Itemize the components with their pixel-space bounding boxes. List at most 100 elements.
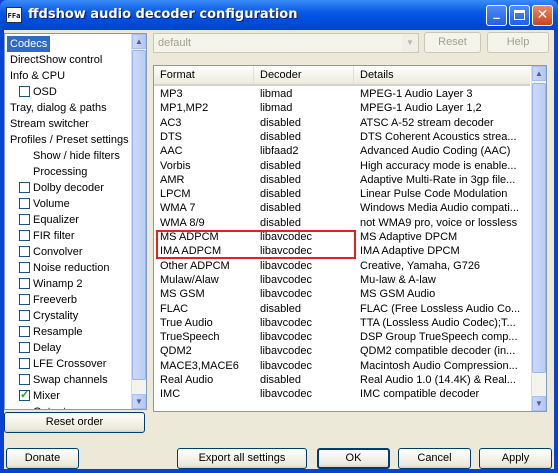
- cancel-button[interactable]: Cancel: [398, 448, 471, 469]
- scroll-thumb[interactable]: [532, 83, 546, 373]
- ok-button[interactable]: OK: [317, 448, 390, 469]
- decoder-cell: disabled: [260, 374, 301, 386]
- table-row[interactable]: MP3 libmad MPEG-1 Audio Layer 3: [154, 87, 530, 102]
- format-cell: QDM2: [160, 345, 192, 358]
- tree-checkbox[interactable]: [19, 86, 30, 97]
- table-row[interactable]: MS GSM libavcodec MS GSM Audio: [154, 287, 530, 302]
- table-row[interactable]: IMC libavcodec IMC compatible decoder: [154, 387, 530, 402]
- minimize-button[interactable]: _: [486, 5, 507, 26]
- window-title: ffdshow audio decoder configuration: [28, 7, 298, 22]
- table-row[interactable]: WMA 8/9 disabled not WMA9 pro, voice or lo…: [154, 216, 530, 231]
- format-cell: MP3: [160, 88, 183, 100]
- decoder-cell: disabled: [260, 173, 301, 186]
- settings-tree[interactable]: Codecs DirectShow control Info & CPU OSD Tra…: [4, 33, 147, 410]
- tree-item-label: Dolby decoder: [33, 182, 104, 194]
- scroll-down-icon[interactable]: ▼: [132, 394, 146, 409]
- table-row[interactable]: AAC libfaad2 Advanced Audio Coding (AAC): [154, 144, 530, 159]
- table-row[interactable]: Mulaw/Alaw libavcodec Mu-law & A-law: [154, 273, 530, 288]
- format-cell: IMA ADPCM: [160, 245, 222, 258]
- tree-item-label: FIR filter: [33, 230, 75, 242]
- codec-list[interactable]: Format Decoder Details MP3 libmad MPEG-1 A…: [153, 65, 547, 412]
- tree-item-label: Equalizer: [33, 214, 79, 226]
- scroll-down-icon[interactable]: ▼: [532, 396, 546, 411]
- decoder-cell: disabled: [260, 130, 301, 143]
- tree-checkbox[interactable]: [19, 262, 30, 273]
- table-row[interactable]: Real Audio disabled Real Audio 1.0 (14.4K)…: [154, 373, 530, 388]
- details-cell: MPEG-1 Audio Layer 1,2: [360, 102, 482, 115]
- table-row[interactable]: Other ADPCM libavcodec Creative, Yamaha, G…: [154, 259, 530, 274]
- decoder-cell: libfaad2: [260, 145, 299, 158]
- decoder-cell: disabled: [260, 216, 301, 229]
- decoder-cell: disabled: [260, 202, 301, 215]
- format-cell: AAC: [160, 145, 183, 158]
- details-cell: Mu-law & A-law: [360, 273, 436, 286]
- table-row[interactable]: LPCM disabled Linear Pulse Code Modulation: [154, 187, 530, 202]
- decoder-cell: disabled: [260, 302, 301, 315]
- reset-button[interactable]: Reset: [424, 32, 481, 53]
- export-settings-button[interactable]: Export all settings: [177, 448, 307, 469]
- tree-checkbox[interactable]: [19, 278, 30, 289]
- details-cell: IMC compatible decoder: [360, 388, 480, 401]
- table-row[interactable]: MACE3,MACE6 libavcodec Macintosh Audio Com…: [154, 359, 530, 374]
- column-format[interactable]: Format: [154, 66, 254, 84]
- tree-checkbox[interactable]: [19, 387, 30, 403]
- tree-checkbox[interactable]: [19, 198, 30, 209]
- close-icon: ✕: [536, 7, 549, 23]
- details-cell: QDM2 compatible decoder (in...: [360, 345, 516, 358]
- tree-item-label: OSD: [33, 86, 57, 98]
- tree-item-label: Convolver: [33, 246, 83, 258]
- table-row[interactable]: MP1,MP2 libmad MPEG-1 Audio Layer 1,2: [154, 101, 530, 116]
- table-row[interactable]: FLAC disabled FLAC (Free Lossless Audio Co…: [154, 302, 530, 317]
- tree-checkbox[interactable]: [19, 214, 30, 225]
- maximize-button[interactable]: [509, 5, 530, 26]
- tree-item-label: Freeverb: [33, 294, 78, 306]
- table-row[interactable]: QDM2 libavcodec QDM2 compatible decoder (i…: [154, 344, 530, 359]
- format-cell: AMR: [160, 173, 185, 186]
- decoder-cell: libavcodec: [260, 316, 312, 329]
- table-row[interactable]: MS ADPCM libavcodec MS Adaptive DPCM: [154, 230, 530, 245]
- table-row[interactable]: AC3 disabled ATSC A-52 stream decoder: [154, 116, 530, 131]
- donate-button[interactable]: Donate: [6, 448, 79, 469]
- tree-checkbox[interactable]: [19, 182, 30, 193]
- app-icon[interactable]: FFa: [6, 7, 22, 23]
- tree-checkbox[interactable]: [19, 374, 30, 385]
- table-row[interactable]: IMA ADPCM libavcodec IMA Adaptive DPCM: [154, 244, 530, 259]
- tree-item-label: Resample: [33, 326, 83, 338]
- decoder-cell: libmad: [260, 88, 293, 100]
- tree-checkbox[interactable]: [19, 342, 30, 353]
- column-decoder[interactable]: Decoder: [254, 66, 354, 84]
- tree-checkbox[interactable]: [19, 326, 30, 337]
- tree-checkbox[interactable]: [19, 246, 30, 257]
- details-cell: DSP Group TrueSpeech comp...: [360, 331, 518, 344]
- table-row[interactable]: True Audio libavcodec TTA (Lossless Audio …: [154, 316, 530, 331]
- tree-item-label: Delay: [33, 342, 62, 354]
- format-cell: MP1,MP2: [160, 102, 209, 115]
- tree-checkbox[interactable]: [19, 358, 30, 369]
- tree-checkbox[interactable]: [19, 230, 30, 241]
- details-cell: Linear Pulse Code Modulation: [360, 188, 508, 201]
- title-bar[interactable]: FFa ffdshow audio decoder configuration …: [0, 0, 558, 30]
- table-row[interactable]: AMR disabled Adaptive Multi-Rate in 3gp fi…: [154, 173, 530, 188]
- table-row[interactable]: DTS disabled DTS Coherent Acoustics strea.…: [154, 130, 530, 145]
- details-cell: Creative, Yamaha, G726: [360, 259, 481, 272]
- scroll-up-icon[interactable]: ▲: [532, 66, 546, 81]
- chevron-down-icon[interactable]: ▼: [402, 34, 418, 52]
- close-button[interactable]: ✕: [532, 5, 553, 26]
- scroll-thumb[interactable]: [132, 50, 146, 380]
- decoder-cell: libavcodec: [260, 231, 312, 243]
- table-row[interactable]: TrueSpeech libavcodec DSP Group TrueSpeech…: [154, 330, 530, 345]
- list-scrollbar[interactable]: ▲ ▼: [531, 66, 546, 411]
- column-details[interactable]: Details: [354, 66, 530, 84]
- preset-select[interactable]: default ▼: [153, 33, 419, 53]
- reset-order-button[interactable]: Reset order: [4, 412, 145, 433]
- scroll-up-icon[interactable]: ▲: [132, 34, 146, 49]
- help-button[interactable]: Help: [487, 32, 549, 53]
- table-row[interactable]: Vorbis disabled High accuracy mode is enab…: [154, 159, 530, 174]
- table-row[interactable]: WMA 7 disabled Windows Media Audio compati…: [154, 201, 530, 216]
- apply-button[interactable]: Apply: [479, 448, 552, 469]
- tree-checkbox[interactable]: [19, 294, 30, 305]
- tree-scrollbar[interactable]: ▲ ▼: [131, 34, 146, 409]
- details-cell: IMA Adaptive DPCM: [360, 245, 460, 258]
- tree-item-label: Volume: [33, 198, 70, 210]
- tree-checkbox[interactable]: [19, 310, 30, 321]
